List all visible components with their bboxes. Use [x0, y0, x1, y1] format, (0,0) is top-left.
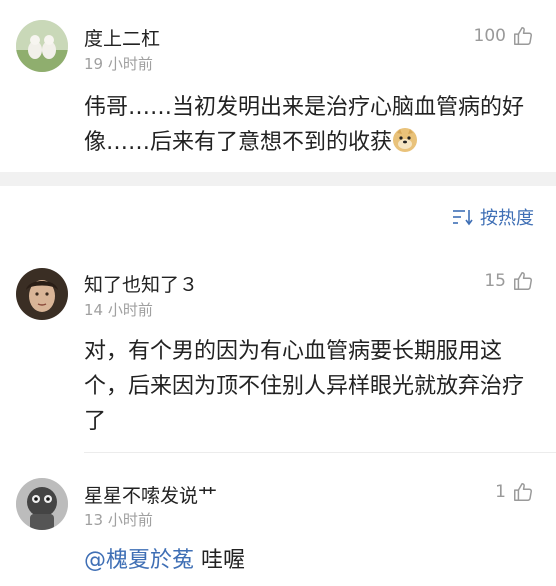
username[interactable]: 星星不嗦发说艹	[84, 481, 217, 508]
like-button[interactable]: 1	[495, 481, 534, 503]
doge-emoji-icon	[393, 128, 418, 152]
timestamp: 13 小时前	[84, 511, 153, 529]
username[interactable]: 知了也知了３	[84, 270, 198, 297]
like-count: 100	[473, 26, 506, 46]
avatar[interactable]	[16, 478, 68, 530]
section-divider	[0, 172, 556, 186]
sort-icon	[452, 208, 474, 226]
comment-text: 伟哥……当初发明出来是治疗心脑血管病的好像……后来有了意想不到的收获	[84, 90, 538, 160]
like-button[interactable]: 100	[474, 25, 534, 47]
thumbs-up-icon	[512, 25, 534, 47]
like-count: 15	[484, 271, 506, 291]
sort-by-hot-button[interactable]: 按热度	[452, 204, 534, 230]
thumbs-up-icon	[512, 481, 534, 503]
thumbs-up-icon	[512, 270, 534, 292]
mention-link[interactable]: @槐夏於菟	[84, 548, 194, 573]
timestamp: 19 小时前	[84, 55, 153, 73]
comment-text: @槐夏於菟 哇喔	[84, 543, 538, 578]
divider	[84, 452, 556, 453]
comment-text-content: 哇喔	[194, 548, 246, 573]
avatar[interactable]	[16, 268, 68, 320]
comment-text: 对，有个男的因为有心血管病要长期服用这个，后来因为顶不住别人异样眼光就放弃治疗了	[84, 339, 525, 434]
like-button[interactable]: 15	[484, 270, 534, 292]
comment-text-content: 伟哥……当初发明出来是治疗心脑血管病的好像……后来有了意想不到的收获	[84, 95, 525, 155]
sort-label: 按热度	[480, 208, 534, 229]
like-count: 1	[495, 482, 506, 502]
username[interactable]: 度上二杠	[84, 24, 160, 51]
avatar[interactable]	[16, 20, 68, 72]
timestamp: 14 小时前	[84, 301, 153, 319]
